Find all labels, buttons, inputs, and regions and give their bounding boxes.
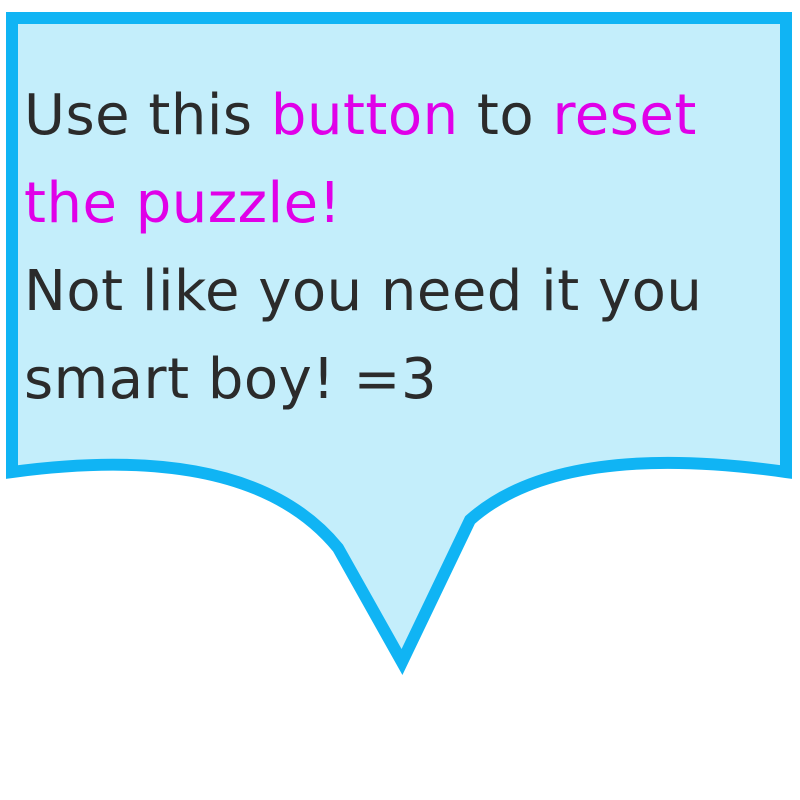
- hint-message: Use this button to reset the puzzle! Not…: [24, 72, 784, 424]
- hint-line-1: Use this button to reset: [24, 72, 784, 160]
- hint-text: to: [458, 83, 553, 148]
- hint-line-4: smart boy! =3: [24, 347, 438, 412]
- hint-text: Use this: [24, 83, 271, 148]
- reset-hint-popup: Use this button to reset the puzzle! Not…: [0, 0, 800, 800]
- hint-highlight-reset: reset: [552, 83, 697, 148]
- hint-highlight-button: button: [270, 83, 459, 148]
- hint-line-3: Not like you need it you: [24, 259, 703, 324]
- hint-line-2: the puzzle!: [24, 171, 342, 236]
